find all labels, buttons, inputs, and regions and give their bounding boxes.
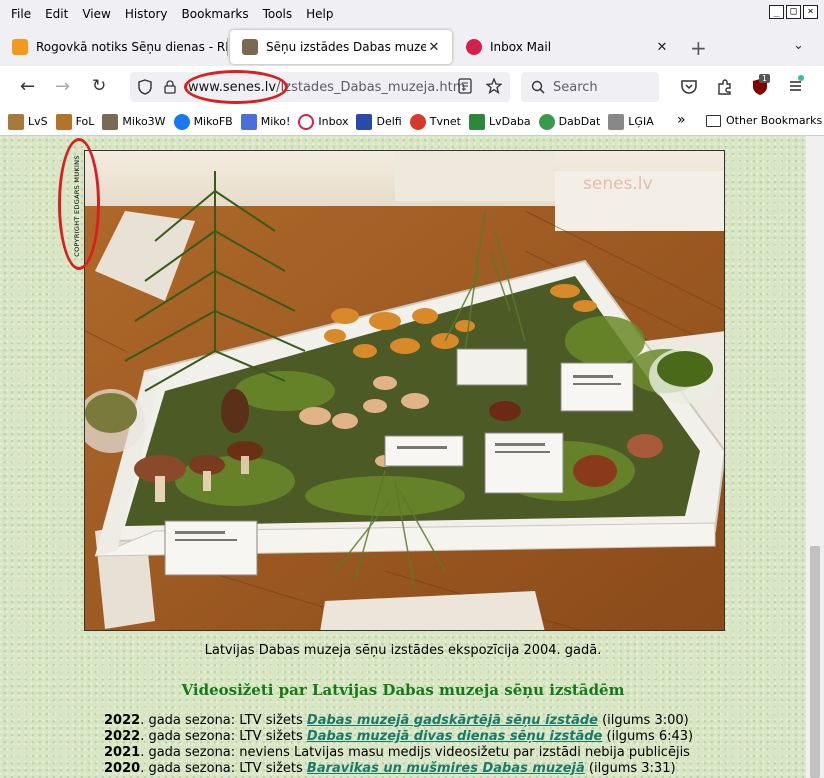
mail-favicon-icon bbox=[466, 39, 482, 55]
vertical-scrollbar[interactable] bbox=[806, 136, 824, 778]
bookmark-star-icon[interactable] bbox=[486, 78, 502, 94]
url-text[interactable]: www.senes.lv/Izstades_Dabas_muzeja.htm bbox=[188, 80, 465, 95]
other-bookmarks[interactable]: Other Bookmarks bbox=[706, 114, 822, 127]
zoom-favicon-icon bbox=[12, 39, 28, 55]
tab-title: Inbox Mail bbox=[490, 40, 552, 54]
new-tab-plus-icon[interactable]: + bbox=[690, 36, 707, 60]
window-controls: _ □ × bbox=[769, 5, 818, 19]
mushroom-bookmark-icon bbox=[8, 113, 24, 130]
search-box[interactable] bbox=[521, 72, 659, 102]
bookmark-dabdat[interactable]: DabDat bbox=[538, 113, 600, 130]
forward-arrow-icon[interactable]: → bbox=[55, 76, 70, 97]
scrollbar-thumb[interactable] bbox=[810, 546, 820, 778]
video-link[interactable]: Baravikas un mušmires Dabas muzejā bbox=[307, 761, 585, 776]
bookmark-fol[interactable]: FoL bbox=[55, 113, 94, 130]
minimize-button[interactable]: _ bbox=[769, 5, 784, 19]
mushroom-bookmark-icon bbox=[55, 113, 72, 130]
tracking-shield-icon[interactable] bbox=[138, 79, 152, 95]
bookmark-miko3w[interactable]: Miko3W bbox=[102, 113, 166, 130]
search-input[interactable] bbox=[553, 79, 653, 95]
tab-title: Rogovkā notiks Sēņu dienas - RĒZE bbox=[36, 40, 228, 54]
back-arrow-icon[interactable]: ← bbox=[20, 76, 35, 97]
search-icon bbox=[531, 80, 545, 94]
bookmark-miko[interactable]: Miko! bbox=[240, 113, 290, 130]
senes-watermark: senes.lv bbox=[583, 174, 653, 194]
lock-icon[interactable] bbox=[164, 80, 176, 94]
exhibition-photo bbox=[84, 150, 725, 631]
close-tab-icon[interactable]: ✕ bbox=[654, 40, 670, 55]
tab-inbox-mail[interactable]: Inbox Mail ✕ bbox=[454, 30, 680, 64]
video-item: 2022. gada sezona: LTV sižets Dabas muze… bbox=[104, 729, 694, 744]
list-all-tabs-chevron-icon[interactable]: ⌄ bbox=[793, 38, 804, 53]
ublock-badge: 1 bbox=[759, 74, 771, 83]
video-link[interactable]: Dabas muzejā gadskārtējā sēņu izstāde bbox=[307, 713, 598, 728]
menu-file[interactable]: File bbox=[11, 7, 31, 21]
document-icon bbox=[240, 113, 257, 130]
tab-senu-izstades[interactable]: Sēņu izstādes Dabas muzejā ✕ bbox=[230, 30, 452, 64]
menu-edit[interactable]: Edit bbox=[45, 7, 68, 21]
ublock-origin-icon[interactable]: 1 bbox=[752, 74, 771, 96]
url-host: www.senes.lv bbox=[188, 79, 277, 95]
pocket-icon[interactable] bbox=[680, 78, 698, 96]
bookmark-lvs[interactable]: LvS bbox=[8, 113, 48, 130]
bookmark-lvdaba[interactable]: LvDaba bbox=[469, 113, 531, 130]
maximize-button[interactable]: □ bbox=[786, 5, 801, 19]
bookmark-inbox[interactable]: Inbox bbox=[298, 113, 348, 130]
video-item: 2021. gada sezona: neviens Latvijas masu… bbox=[104, 745, 690, 760]
eye-icon bbox=[538, 113, 555, 130]
bookmark-tvnet[interactable]: Tvnet bbox=[409, 113, 461, 130]
video-list: 2022. gada sezona: LTV sižets Dabas muze… bbox=[104, 713, 693, 777]
video-link[interactable]: Dabas muzejā divas dienas sēņu izstāde bbox=[307, 729, 602, 744]
photo-caption: Latvijas Dabas muzeja sēņu izstādes eksp… bbox=[204, 643, 602, 658]
nav-bar: ← → ↻ www.senes.lv/Izstades_Dabas_muzeja… bbox=[0, 66, 824, 108]
update-dot bbox=[798, 75, 804, 81]
mushroom-exhibit-illustration bbox=[85, 151, 724, 630]
delfi-icon bbox=[356, 113, 373, 130]
close-tab-icon[interactable]: ✕ bbox=[426, 40, 442, 55]
menu-bookmarks[interactable]: Bookmarks bbox=[182, 7, 249, 21]
url-path: /Izstades_Dabas_muzeja.htm bbox=[276, 79, 466, 95]
extensions-puzzle-icon[interactable] bbox=[716, 78, 734, 96]
reload-icon[interactable]: ↻ bbox=[92, 76, 106, 96]
menu-history[interactable]: History bbox=[125, 7, 168, 21]
more-bookmarks-chevron-icon[interactable]: » bbox=[677, 112, 686, 128]
tab-rogovka[interactable]: Rogovkā notiks Sēņu dienas - RĒZE bbox=[0, 30, 228, 64]
tab-title: Sēņu izstādes Dabas muzejā bbox=[266, 40, 426, 54]
menu-bar: File Edit View History Bookmarks Tools H… bbox=[0, 0, 824, 28]
bookmark-lgia[interactable]: LĢIA bbox=[608, 113, 654, 130]
facebook-icon bbox=[173, 113, 190, 130]
menu-view[interactable]: View bbox=[82, 7, 110, 21]
videos-heading: Videosižeti par Latvijas Dabas muzeja sē… bbox=[181, 681, 625, 699]
copyright-vertical-text: COPYRIGHT EDGARS MUKINS bbox=[73, 155, 81, 257]
mail-icon bbox=[298, 113, 315, 130]
url-bar[interactable]: www.senes.lv/Izstades_Dabas_muzeja.htm bbox=[130, 72, 510, 102]
video-item: 2022. gada sezona: LTV sižets Dabas muze… bbox=[104, 713, 689, 728]
menu-help[interactable]: Help bbox=[306, 7, 333, 21]
mushroom-favicon-icon bbox=[242, 39, 258, 55]
bookmark-mikofb[interactable]: MikoFB bbox=[173, 113, 233, 130]
menu-tools[interactable]: Tools bbox=[263, 7, 293, 21]
map-icon bbox=[608, 113, 625, 130]
mushroom-bookmark-icon bbox=[102, 113, 119, 130]
bookmark-delfi[interactable]: Delfi bbox=[356, 113, 402, 130]
tvnet-icon bbox=[409, 113, 426, 130]
leaf-icon bbox=[469, 113, 485, 130]
bookmarks-bar: LvS FoL Miko3W MikoFB Miko! Inbox Delfi … bbox=[0, 108, 824, 136]
close-window-button[interactable]: × bbox=[803, 5, 818, 19]
folder-icon bbox=[706, 114, 721, 127]
video-item: 2020. gada sezona: LTV sižets Baravikas … bbox=[104, 761, 676, 776]
app-menu-hamburger-icon[interactable] bbox=[788, 75, 804, 94]
reader-view-icon[interactable] bbox=[458, 78, 472, 94]
